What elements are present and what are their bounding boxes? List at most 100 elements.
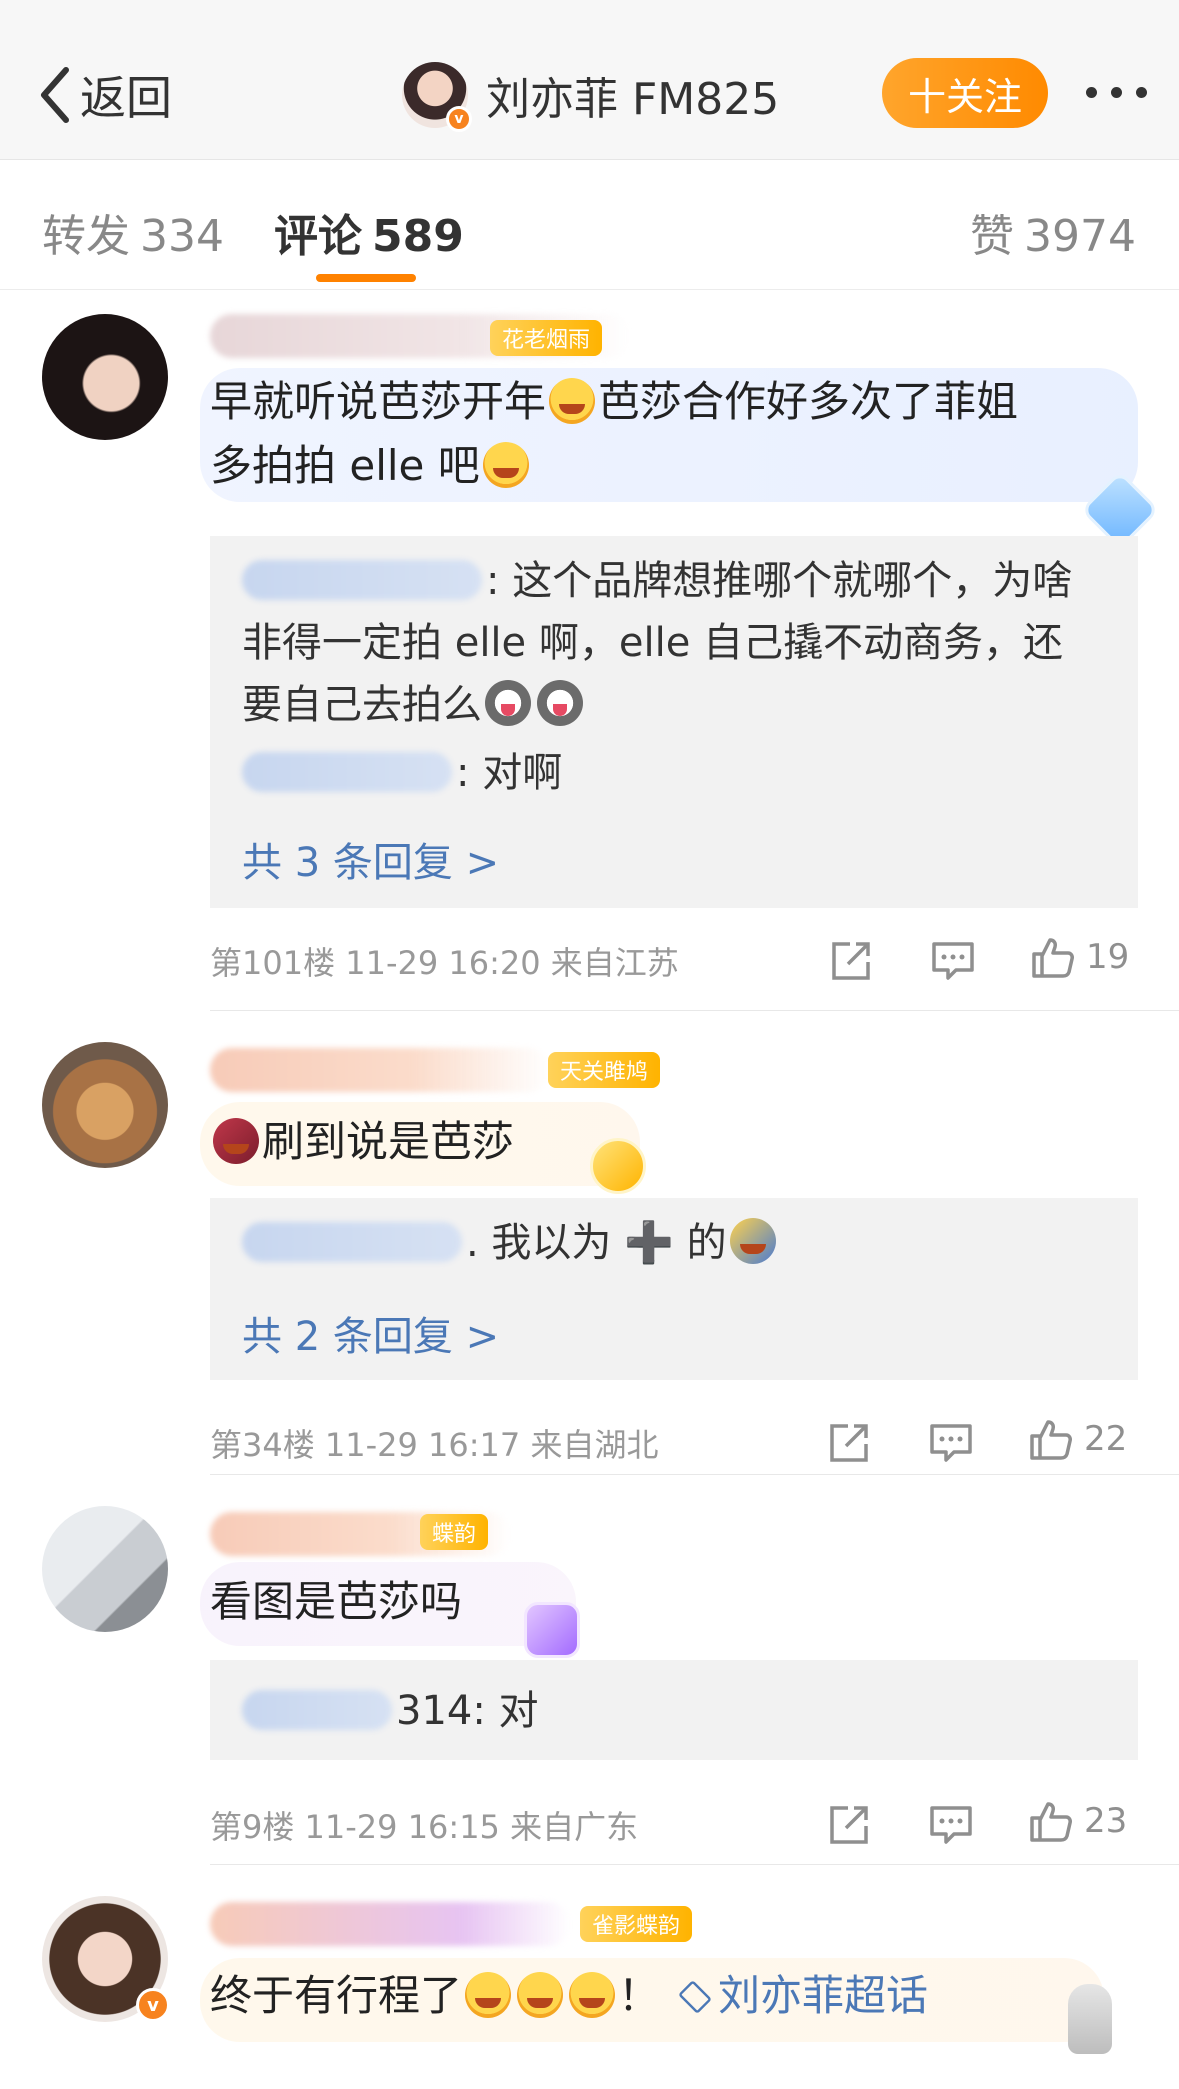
like-button[interactable]: 23 xyxy=(1028,1796,1127,1846)
tab-reposts[interactable]: 转发 334 xyxy=(42,200,224,264)
fan-badge: 天关雎鸠 xyxy=(548,1052,661,1088)
husky-emoji-icon xyxy=(537,680,583,726)
husky-emoji-icon xyxy=(485,680,531,726)
gem-decoration-icon xyxy=(524,1602,580,1658)
reply-username[interactable] xyxy=(242,1222,462,1262)
tool-emoji-icon xyxy=(729,1218,776,1264)
avatar[interactable] xyxy=(42,1506,168,1632)
comment-text-part: 刷到说是芭莎 xyxy=(262,1117,515,1166)
share-icon xyxy=(830,1424,868,1462)
comment-text-part: 芭莎合作好多次了菲姐 xyxy=(598,377,1019,426)
like-count: 19 xyxy=(1086,937,1130,977)
thumbs-up-icon xyxy=(1030,1420,1072,1460)
view-replies-link[interactable]: 共 3 条回复 > xyxy=(242,830,499,888)
follow-button[interactable]: 十关注 xyxy=(882,58,1048,128)
avatar[interactable]: v xyxy=(42,1896,170,2022)
share-icon xyxy=(832,942,870,980)
like-button[interactable]: 19 xyxy=(1030,932,1129,982)
back-button[interactable]: 返回 xyxy=(36,60,172,130)
share-button[interactable] xyxy=(826,1418,872,1468)
reply-line: 314: 对 xyxy=(242,1680,539,1742)
reply-box[interactable]: . 我以为 ➕ 的 共 2 条回复 > xyxy=(210,1198,1138,1380)
super-topic-link[interactable]: 刘亦菲超话 xyxy=(678,1971,928,2020)
comment-text-part: ！ xyxy=(618,1971,661,2020)
verified-badge-icon: v xyxy=(136,1988,170,2022)
tab-likes[interactable]: 赞 3974 xyxy=(970,200,1136,264)
laughing-tears-emoji-icon xyxy=(517,1972,564,2018)
like-count: 22 xyxy=(1084,1419,1128,1459)
comment-item: v 雀影蝶韵 终于有行程了 ！ 刘亦菲超话 xyxy=(0,1864,1179,2089)
reply-line: . 我以为 ➕ 的 xyxy=(242,1212,779,1274)
comment-button[interactable] xyxy=(928,1418,974,1468)
fan-badge: 蝶韵 xyxy=(420,1514,489,1550)
comment-username[interactable] xyxy=(210,1902,570,1946)
reply-username[interactable] xyxy=(242,560,482,600)
avatar[interactable] xyxy=(42,314,168,440)
comment-item: 天关雎鸠 刷到说是芭莎 . 我以为 ➕ 的 共 2 条回复 > 第34楼 11-… xyxy=(0,1010,1179,1474)
fan-badge: 雀影蝶韵 xyxy=(580,1906,693,1942)
reply-text: : 对啊 xyxy=(456,750,563,796)
thumbs-up-icon xyxy=(1030,1802,1072,1842)
comment-username[interactable] xyxy=(210,1048,550,1092)
comment-text-part: 早就听说芭莎开年 xyxy=(210,377,547,426)
topic-label: 刘亦菲超话 xyxy=(718,1971,929,2020)
medal-decoration-icon xyxy=(590,1138,646,1194)
laughing-tears-emoji-icon xyxy=(465,1972,512,2018)
comment-button[interactable] xyxy=(928,1800,974,1850)
comment-icon xyxy=(930,1424,972,1462)
comment-text: 终于有行程了 ！ 刘亦菲超话 xyxy=(210,1964,928,2028)
reply-box[interactable]: 314: 对 xyxy=(210,1660,1138,1760)
back-label: 返回 xyxy=(80,71,172,125)
reply-text: 314: 对 xyxy=(396,1688,539,1734)
comment-item: 花老烟雨 早就听说芭莎开年 芭莎合作好多次了菲姐 多拍拍 elle 吧 : 这个品… xyxy=(0,290,1179,1010)
comment-button[interactable] xyxy=(930,936,976,986)
thumbs-up-icon xyxy=(1032,938,1074,978)
tab-comments[interactable]: 评论 589 xyxy=(274,200,464,264)
reply-line: 要自己去拍么 xyxy=(242,674,586,736)
share-button[interactable] xyxy=(828,936,874,986)
avatar[interactable] xyxy=(42,1042,168,1168)
more-dots-icon[interactable] xyxy=(1066,72,1166,112)
top-nav-bar: 返回 v 刘亦菲 FM825 十关注 xyxy=(0,0,1179,160)
active-tab-indicator xyxy=(316,274,416,282)
tab-bar: 转发 334 评论 589 赞 3974 xyxy=(0,160,1179,290)
comment-icon xyxy=(932,942,974,980)
like-button[interactable]: 22 xyxy=(1028,1414,1127,1464)
comment-text: 看图是芭莎吗 xyxy=(210,1577,463,1626)
topic-diamond-icon xyxy=(678,1980,713,2014)
laughing-tears-emoji-icon xyxy=(549,378,596,424)
comment-meta: 第34楼 11-29 16:17 来自湖北 xyxy=(210,1426,659,1464)
account-avatar[interactable]: v xyxy=(402,62,472,132)
reply-username[interactable] xyxy=(242,752,452,792)
share-button[interactable] xyxy=(826,1800,872,1850)
rabbit-decoration-icon xyxy=(1068,1984,1112,2054)
reply-username[interactable] xyxy=(242,1690,392,1730)
like-count: 23 xyxy=(1084,1801,1128,1841)
comment-text-part: 终于有行程了 xyxy=(210,1971,463,2020)
comment-text: 刷到说是芭莎 xyxy=(210,1110,514,1174)
chevron-left-icon xyxy=(41,67,69,123)
reply-line: 非得一定拍 elle 啊，elle 自己撬不动商务，还 xyxy=(242,612,1063,674)
tab-count: 3974 xyxy=(1024,211,1136,262)
reply-box[interactable]: : 这个品牌想推哪个就哪个，为啥 非得一定拍 elle 啊，elle 自己撬不动… xyxy=(210,536,1138,908)
tab-count: 589 xyxy=(372,211,464,262)
reply-text: 非得一定拍 elle 啊，elle 自己撬不动商务，还 xyxy=(242,620,1064,666)
laughing-tears-emoji-icon xyxy=(569,1972,616,2018)
comment-meta: 第101楼 11-29 16:20 来自江苏 xyxy=(210,944,679,982)
view-replies-link[interactable]: 共 2 条回复 > xyxy=(242,1304,499,1362)
account-name: 刘亦菲 FM825 xyxy=(486,74,780,125)
comment-meta: 第9楼 11-29 16:15 来自广东 xyxy=(210,1808,639,1846)
reply-line: : 对啊 xyxy=(242,742,562,804)
reply-line: : 这个品牌想推哪个就哪个，为啥 xyxy=(242,550,1072,612)
reply-text: : 这个品牌想推哪个就哪个，为啥 xyxy=(486,558,1073,604)
comment-text: 早就听说芭莎开年 芭莎合作好多次了菲姐 多拍拍 elle 吧 xyxy=(210,370,1110,498)
crying-emoji-icon xyxy=(482,442,529,488)
reply-text: 要自己去拍么 xyxy=(242,682,482,728)
comment-icon xyxy=(930,1806,972,1844)
tab-count: 334 xyxy=(140,211,224,262)
account-title[interactable]: v 刘亦菲 FM825 xyxy=(402,58,779,132)
tab-label: 赞 xyxy=(970,211,1014,262)
fan-badge: 花老烟雨 xyxy=(490,320,603,356)
share-icon xyxy=(830,1806,868,1844)
verified-badge-icon: v xyxy=(446,106,472,132)
